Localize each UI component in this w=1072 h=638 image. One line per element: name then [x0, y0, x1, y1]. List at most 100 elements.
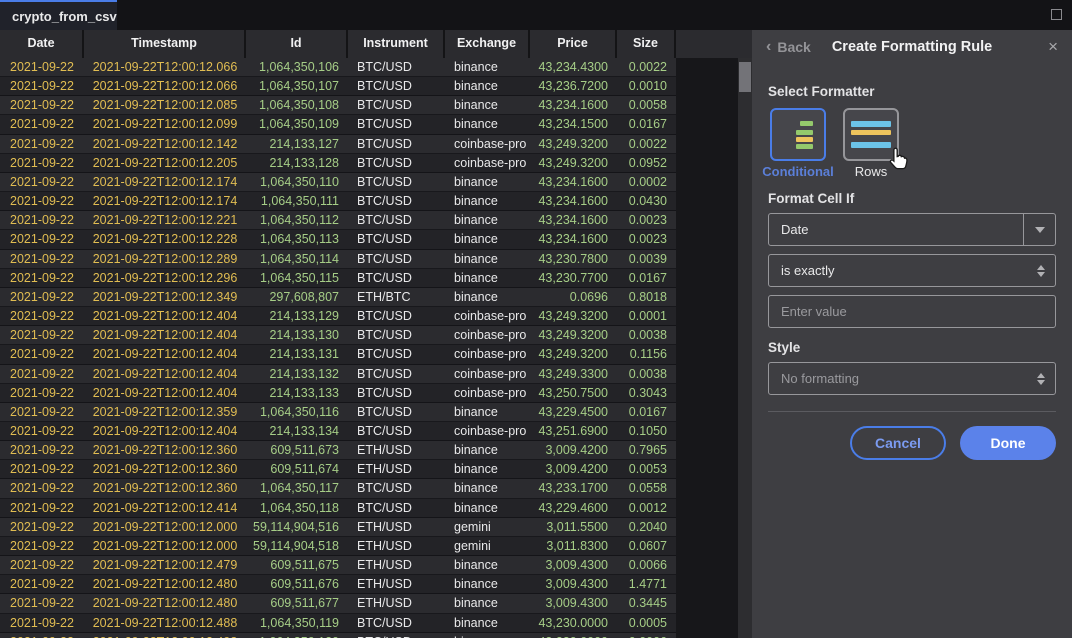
table-cell[interactable]: 0.0010 — [617, 77, 676, 96]
table-cell[interactable]: 0.0952 — [617, 154, 676, 173]
table-cell[interactable]: 1,064,350,109 — [246, 115, 348, 134]
table-cell[interactable]: BTC/USD — [348, 250, 445, 269]
table-cell[interactable]: binance — [445, 58, 530, 77]
table-cell[interactable]: 43,233.1700 — [530, 479, 617, 498]
table-cell[interactable]: 43,234.1600 — [530, 230, 617, 249]
table-cell[interactable]: 43,230.7800 — [530, 250, 617, 269]
table-row[interactable]: 2021-09-222021-09-22T12:00:12.205214,133… — [0, 154, 676, 173]
column-header-instrument[interactable]: Instrument — [348, 30, 445, 58]
table-cell[interactable]: binance — [445, 250, 530, 269]
table-cell[interactable]: 2021-09-22 — [0, 575, 84, 594]
table-cell[interactable]: coinbase-pro — [445, 307, 530, 326]
table-cell[interactable]: BTC/USD — [348, 365, 445, 384]
table-cell[interactable]: coinbase-pro — [445, 365, 530, 384]
table-cell[interactable]: binance — [445, 96, 530, 115]
table-row[interactable]: 2021-09-222021-09-22T12:00:12.2211,064,3… — [0, 211, 676, 230]
table-row[interactable]: 2021-09-222021-09-22T12:00:12.404214,133… — [0, 326, 676, 345]
table-cell[interactable]: BTC/USD — [348, 345, 445, 364]
table-cell[interactable]: 0.0066 — [617, 556, 676, 575]
table-cell[interactable]: ETH/USD — [348, 594, 445, 613]
table-cell[interactable]: 297,608,807 — [246, 288, 348, 307]
table-cell[interactable]: binance — [445, 211, 530, 230]
table-cell[interactable]: 3,011.8300 — [530, 537, 617, 556]
table-row[interactable]: 2021-09-222021-09-22T12:00:12.1741,064,3… — [0, 173, 676, 192]
table-cell[interactable]: 2021-09-22 — [0, 518, 84, 537]
table-cell[interactable]: coinbase-pro — [445, 384, 530, 403]
column-header-price[interactable]: Price — [530, 30, 617, 58]
table-cell[interactable]: 2021-09-22T12:00:12.488 — [84, 614, 246, 633]
table-cell[interactable]: 3,009.4200 — [530, 460, 617, 479]
column-header-timestamp[interactable]: Timestamp — [84, 30, 246, 58]
table-row[interactable]: 2021-09-222021-09-22T12:00:12.0991,064,3… — [0, 115, 676, 134]
table-cell[interactable]: 2021-09-22T12:00:12.404 — [84, 422, 246, 441]
table-row[interactable]: 2021-09-222021-09-22T12:00:12.404214,133… — [0, 384, 676, 403]
style-select[interactable]: No formatting — [768, 362, 1056, 395]
table-cell[interactable]: 1,064,350,111 — [246, 192, 348, 211]
table-cell[interactable]: 0.0696 — [530, 288, 617, 307]
table-row[interactable]: 2021-09-222021-09-22T12:00:12.0851,064,3… — [0, 96, 676, 115]
table-row[interactable]: 2021-09-222021-09-22T12:00:12.3601,064,3… — [0, 479, 676, 498]
operator-select[interactable]: is exactly — [768, 254, 1056, 287]
table-cell[interactable]: BTC/USD — [348, 77, 445, 96]
table-cell[interactable]: 43,230.7700 — [530, 269, 617, 288]
table-cell[interactable]: 2021-09-22T12:00:12.498 — [84, 633, 246, 638]
table-cell[interactable]: 2021-09-22T12:00:12.099 — [84, 115, 246, 134]
table-cell[interactable]: 0.2040 — [617, 518, 676, 537]
table-cell[interactable]: 2021-09-22 — [0, 288, 84, 307]
table-row[interactable]: 2021-09-222021-09-22T12:00:12.479609,511… — [0, 556, 676, 575]
table-cell[interactable]: 2021-09-22 — [0, 633, 84, 638]
table-row[interactable]: 2021-09-222021-09-22T12:00:12.480609,511… — [0, 594, 676, 613]
table-cell[interactable]: 2021-09-22T12:00:12.000 — [84, 537, 246, 556]
column-select[interactable]: Date — [768, 213, 1056, 246]
table-cell[interactable]: 2021-09-22T12:00:12.349 — [84, 288, 246, 307]
table-cell[interactable]: BTC/USD — [348, 633, 445, 638]
table-cell[interactable]: 43,249.3200 — [530, 135, 617, 154]
table-cell[interactable]: 2021-09-22T12:00:12.480 — [84, 594, 246, 613]
table-cell[interactable]: 2021-09-22T12:00:12.296 — [84, 269, 246, 288]
table-cell[interactable]: 2021-09-22 — [0, 594, 84, 613]
table-cell[interactable]: 2021-09-22T12:00:12.360 — [84, 460, 246, 479]
table-cell[interactable]: 2021-09-22 — [0, 441, 84, 460]
cancel-button[interactable]: Cancel — [850, 426, 946, 460]
table-cell[interactable]: 1,064,350,108 — [246, 96, 348, 115]
table-cell[interactable]: binance — [445, 441, 530, 460]
table-cell[interactable]: 0.0038 — [617, 365, 676, 384]
table-cell[interactable]: 2021-09-22T12:00:12.142 — [84, 135, 246, 154]
table-cell[interactable]: 0.0053 — [617, 460, 676, 479]
table-row[interactable]: 2021-09-222021-09-22T12:00:12.404214,133… — [0, 345, 676, 364]
table-cell[interactable]: 43,230.0000 — [530, 633, 617, 638]
rows-formatter-card[interactable] — [843, 108, 899, 161]
table-row[interactable]: 2021-09-222021-09-22T12:00:12.3591,064,3… — [0, 403, 676, 422]
table-cell[interactable]: coinbase-pro — [445, 154, 530, 173]
table-cell[interactable]: 43,250.7500 — [530, 384, 617, 403]
conditional-formatter-card[interactable] — [770, 108, 826, 161]
table-cell[interactable]: binance — [445, 614, 530, 633]
table-cell[interactable]: 43,234.1600 — [530, 211, 617, 230]
table-cell[interactable]: binance — [445, 575, 530, 594]
table-cell[interactable]: 2021-09-22 — [0, 537, 84, 556]
table-cell[interactable]: binance — [445, 556, 530, 575]
table-cell[interactable]: 0.0023 — [617, 230, 676, 249]
table-cell[interactable]: BTC/USD — [348, 499, 445, 518]
table-cell[interactable]: binance — [445, 499, 530, 518]
table-cell[interactable]: BTC/USD — [348, 211, 445, 230]
table-cell[interactable]: ETH/USD — [348, 460, 445, 479]
table-cell[interactable]: 43,234.4300 — [530, 58, 617, 77]
table-cell[interactable]: 2021-09-22 — [0, 115, 84, 134]
table-cell[interactable]: 0.1156 — [617, 345, 676, 364]
table-cell[interactable]: ETH/USD — [348, 556, 445, 575]
table-cell[interactable]: 609,511,674 — [246, 460, 348, 479]
column-header-exchange[interactable]: Exchange — [445, 30, 530, 58]
table-cell[interactable]: 0.0558 — [617, 479, 676, 498]
table-cell[interactable]: coinbase-pro — [445, 135, 530, 154]
table-cell[interactable]: gemini — [445, 537, 530, 556]
table-cell[interactable]: ETH/USD — [348, 537, 445, 556]
column-header-id[interactable]: Id — [246, 30, 348, 58]
table-cell[interactable]: 2021-09-22 — [0, 499, 84, 518]
table-row[interactable]: 2021-09-222021-09-22T12:00:12.0661,064,3… — [0, 58, 676, 77]
table-row[interactable]: 2021-09-222021-09-22T12:00:12.404214,133… — [0, 422, 676, 441]
table-cell[interactable]: 43,251.6900 — [530, 422, 617, 441]
table-cell[interactable]: binance — [445, 115, 530, 134]
table-cell[interactable]: 0.0430 — [617, 192, 676, 211]
scrollbar-thumb[interactable] — [739, 62, 751, 92]
